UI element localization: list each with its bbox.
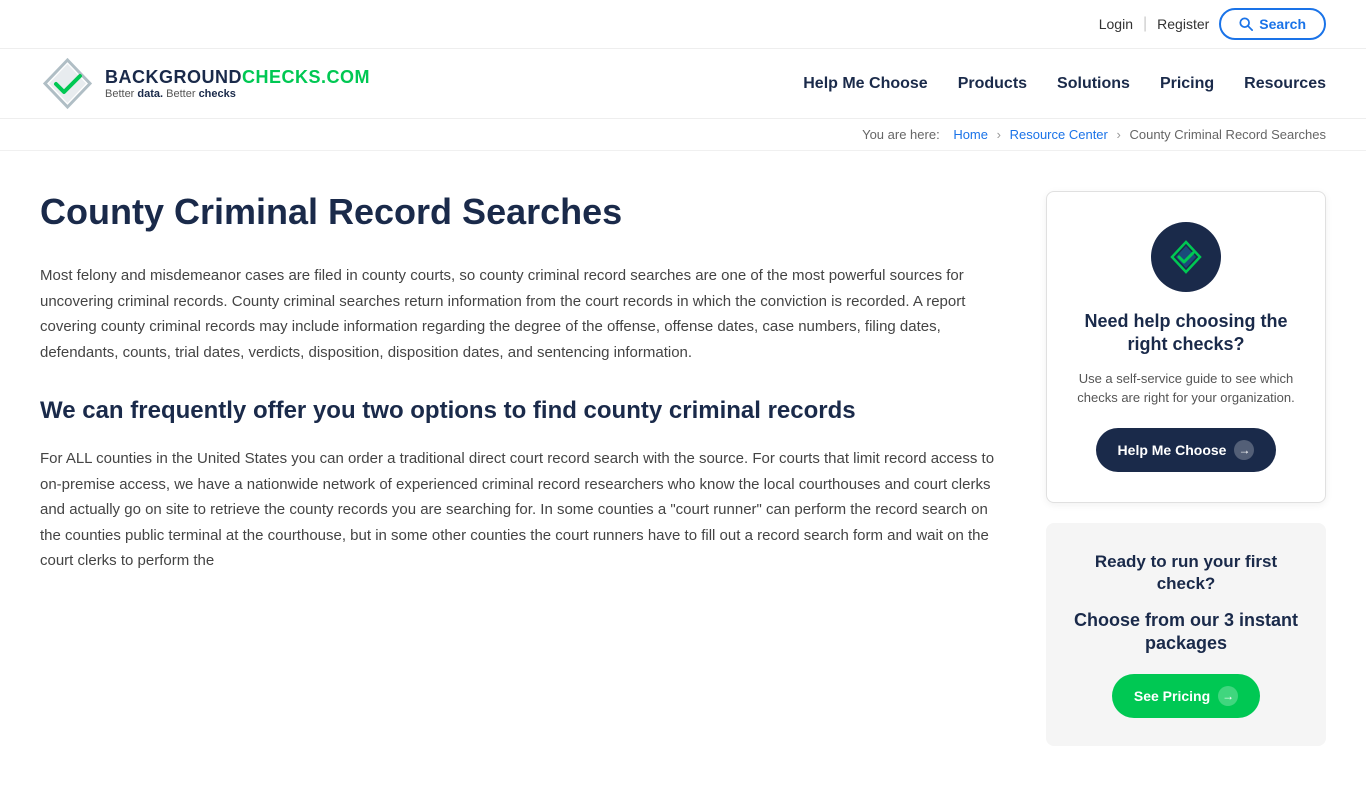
logo-tagline: Better data. Better checks — [105, 88, 370, 100]
pricing-card-subtitle: Choose from our 3 instant packages — [1066, 609, 1306, 656]
logo-link[interactable]: BACKGROUNDCHECKS.COM Better data. Better… — [40, 56, 370, 111]
body-text: For ALL counties in the United States yo… — [40, 446, 1006, 574]
help-me-choose-button[interactable]: Help Me Choose → — [1096, 428, 1277, 472]
breadcrumb-sep2: › — [1117, 127, 1121, 142]
search-label: Search — [1259, 16, 1306, 32]
breadcrumb-resource-center[interactable]: Resource Center — [1010, 127, 1108, 142]
search-icon — [1239, 17, 1253, 31]
page-title: County Criminal Record Searches — [40, 191, 1006, 233]
pricing-card: Ready to run your first check? Choose fr… — [1046, 523, 1326, 746]
main-nav: BACKGROUNDCHECKS.COM Better data. Better… — [0, 49, 1366, 119]
divider: | — [1143, 15, 1147, 33]
logo-text: BACKGROUNDCHECKS.COM Better data. Better… — [105, 67, 370, 100]
pricing-arrow-icon: → — [1218, 686, 1238, 706]
see-pricing-button[interactable]: See Pricing → — [1112, 674, 1260, 718]
login-link[interactable]: Login — [1099, 16, 1133, 32]
help-card: Need help choosing the right checks? Use… — [1046, 191, 1326, 503]
breadcrumb-you-are-here: You are here: — [862, 127, 940, 142]
search-button[interactable]: Search — [1219, 8, 1326, 40]
see-pricing-label: See Pricing — [1134, 688, 1210, 704]
nav-products[interactable]: Products — [958, 75, 1027, 93]
register-link[interactable]: Register — [1157, 16, 1209, 32]
nav-resources[interactable]: Resources — [1244, 75, 1326, 93]
top-bar: Login | Register Search — [0, 0, 1366, 49]
nav-pricing[interactable]: Pricing — [1160, 75, 1214, 93]
pricing-card-title: Ready to run your first check? — [1066, 551, 1306, 595]
logo-checks: CHECKS.COM — [242, 67, 370, 87]
main-content: County Criminal Record Searches Most fel… — [40, 191, 1006, 746]
breadcrumb-home[interactable]: Home — [953, 127, 988, 142]
intro-text: Most felony and misdemeanor cases are fi… — [40, 263, 1006, 365]
arrow-right-icon: → — [1234, 440, 1254, 460]
help-card-title: Need help choosing the right checks? — [1067, 310, 1305, 357]
help-card-icon — [1151, 222, 1221, 292]
sidebar: Need help choosing the right checks? Use… — [1046, 191, 1326, 746]
breadcrumb: You are here: Home › Resource Center › C… — [0, 119, 1366, 151]
content-wrapper: County Criminal Record Searches Most fel… — [0, 151, 1366, 786]
nav-help-me-choose[interactable]: Help Me Choose — [803, 75, 927, 93]
section-heading: We can frequently offer you two options … — [40, 395, 1006, 426]
breadcrumb-sep1: › — [997, 127, 1001, 142]
logo-icon — [40, 56, 95, 111]
nav-links: Help Me Choose Products Solutions Pricin… — [803, 75, 1326, 93]
help-me-choose-label: Help Me Choose — [1118, 442, 1227, 458]
breadcrumb-current: County Criminal Record Searches — [1129, 127, 1326, 142]
nav-solutions[interactable]: Solutions — [1057, 75, 1130, 93]
logo-bg: BACKGROUND — [105, 67, 242, 87]
help-card-desc: Use a self-service guide to see which ch… — [1067, 369, 1305, 408]
